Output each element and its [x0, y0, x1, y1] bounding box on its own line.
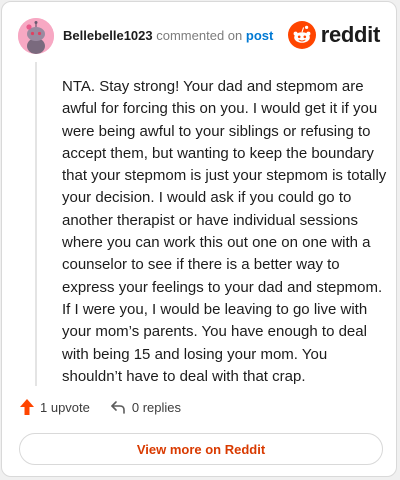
reddit-logo[interactable]: reddit — [287, 21, 381, 49]
view-more-button[interactable]: View more on Reddit — [19, 433, 383, 465]
upvote-arrow-icon — [20, 399, 34, 415]
user-avatar[interactable] — [18, 18, 54, 54]
commented-on-text: commented on — [156, 28, 243, 43]
comment-body: NTA. Stay strong! Your dad and stepmom a… — [62, 78, 387, 385]
username-link[interactable]: Bellebelle1023 — [63, 28, 153, 43]
comment-actions: 1 upvote 0 replies — [20, 399, 181, 415]
reddit-logo-icon — [287, 21, 316, 49]
comment-header: Bellebelle1023 commented on post — [63, 28, 273, 43]
reply-arrow-icon — [111, 401, 125, 414]
upvote-count: 1 upvote — [40, 399, 90, 415]
replies-button[interactable]: 0 replies — [110, 400, 181, 415]
replies-count: 0 replies — [131, 399, 182, 415]
reddit-logo-text: reddit — [320, 22, 381, 47]
post-link[interactable]: post — [246, 28, 273, 43]
upvote-button[interactable]: 1 upvote — [20, 399, 90, 415]
snoo-avatar-icon — [18, 18, 54, 54]
thread-line — [35, 62, 37, 386]
comment-embed-card: Bellebelle1023 commented on post reddit … — [1, 1, 397, 477]
